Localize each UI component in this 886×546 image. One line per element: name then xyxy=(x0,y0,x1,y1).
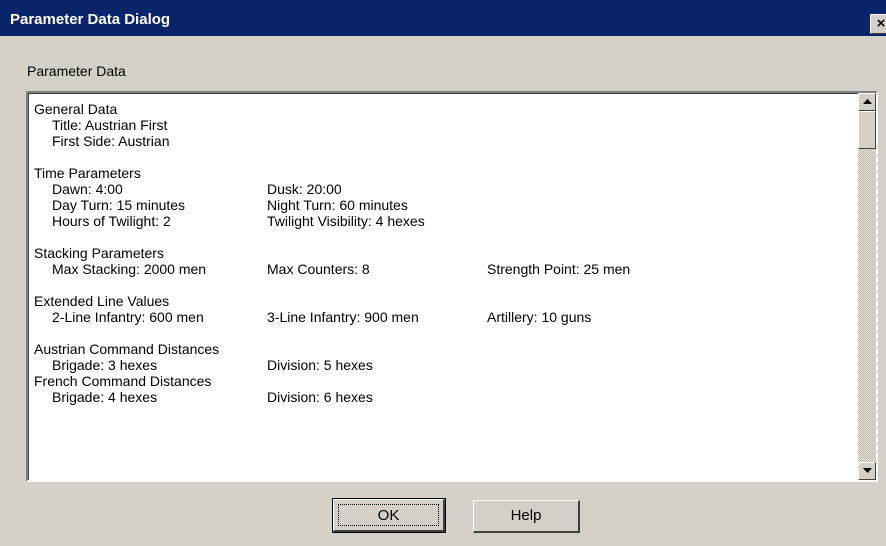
night-turn-value: Night Turn: 60 minutes xyxy=(267,197,408,213)
help-button[interactable]: Help xyxy=(473,500,580,533)
dawn-value: Dawn: 4:00 xyxy=(52,181,123,197)
strength-point-value: Strength Point: 25 men xyxy=(487,261,631,277)
ok-button[interactable]: OK xyxy=(332,498,446,533)
parameter-listbox[interactable]: General Data Title: Austrian First First… xyxy=(26,91,878,482)
title-value: Title: Austrian First xyxy=(52,117,168,133)
vertical-scrollbar[interactable] xyxy=(858,93,876,480)
close-icon: × xyxy=(876,15,886,32)
twilight-visibility-value: Twilight Visibility: 4 hexes xyxy=(267,213,425,229)
arrow-up-icon xyxy=(863,99,872,104)
hours-twilight-value: Hours of Twilight: 2 xyxy=(52,213,171,229)
time-parameters-heading: Time Parameters xyxy=(34,165,141,181)
close-button[interactable]: × xyxy=(870,14,886,34)
parameter-data-label: Parameter Data xyxy=(27,63,126,79)
max-counters-value: Max Counters: 8 xyxy=(267,261,370,277)
scroll-thumb[interactable] xyxy=(858,111,876,149)
austrian-brigade-value: Brigade: 3 hexes xyxy=(52,357,158,373)
artillery-value: Artillery: 10 guns xyxy=(487,309,592,325)
max-stacking-value: Max Stacking: 2000 men xyxy=(52,261,207,277)
day-turn-value: Day Turn: 15 minutes xyxy=(52,197,186,213)
ok-button-label: OK xyxy=(338,504,439,526)
french-division-value: Division: 6 hexes xyxy=(267,389,373,405)
french-command-heading: French Command Distances xyxy=(34,373,212,389)
scroll-up-button[interactable] xyxy=(858,93,876,111)
title-bar: Parameter Data Dialog × xyxy=(0,0,886,36)
french-brigade-value: Brigade: 4 hexes xyxy=(52,389,158,405)
austrian-division-value: Division: 5 hexes xyxy=(267,357,373,373)
dusk-value: Dusk: 20:00 xyxy=(267,181,342,197)
stacking-parameters-heading: Stacking Parameters xyxy=(34,245,164,261)
arrow-down-icon xyxy=(863,468,872,473)
austrian-command-heading: Austrian Command Distances xyxy=(34,341,220,357)
two-line-infantry-value: 2-Line Infantry: 600 men xyxy=(52,309,204,325)
three-line-infantry-value: 3-Line Infantry: 900 men xyxy=(267,309,419,325)
first-side-value: First Side: Austrian xyxy=(52,133,170,149)
extended-line-heading: Extended Line Values xyxy=(34,293,170,309)
window-title: Parameter Data Dialog xyxy=(10,11,171,28)
general-data-heading: General Data xyxy=(34,101,118,117)
scroll-down-button[interactable] xyxy=(858,462,876,480)
